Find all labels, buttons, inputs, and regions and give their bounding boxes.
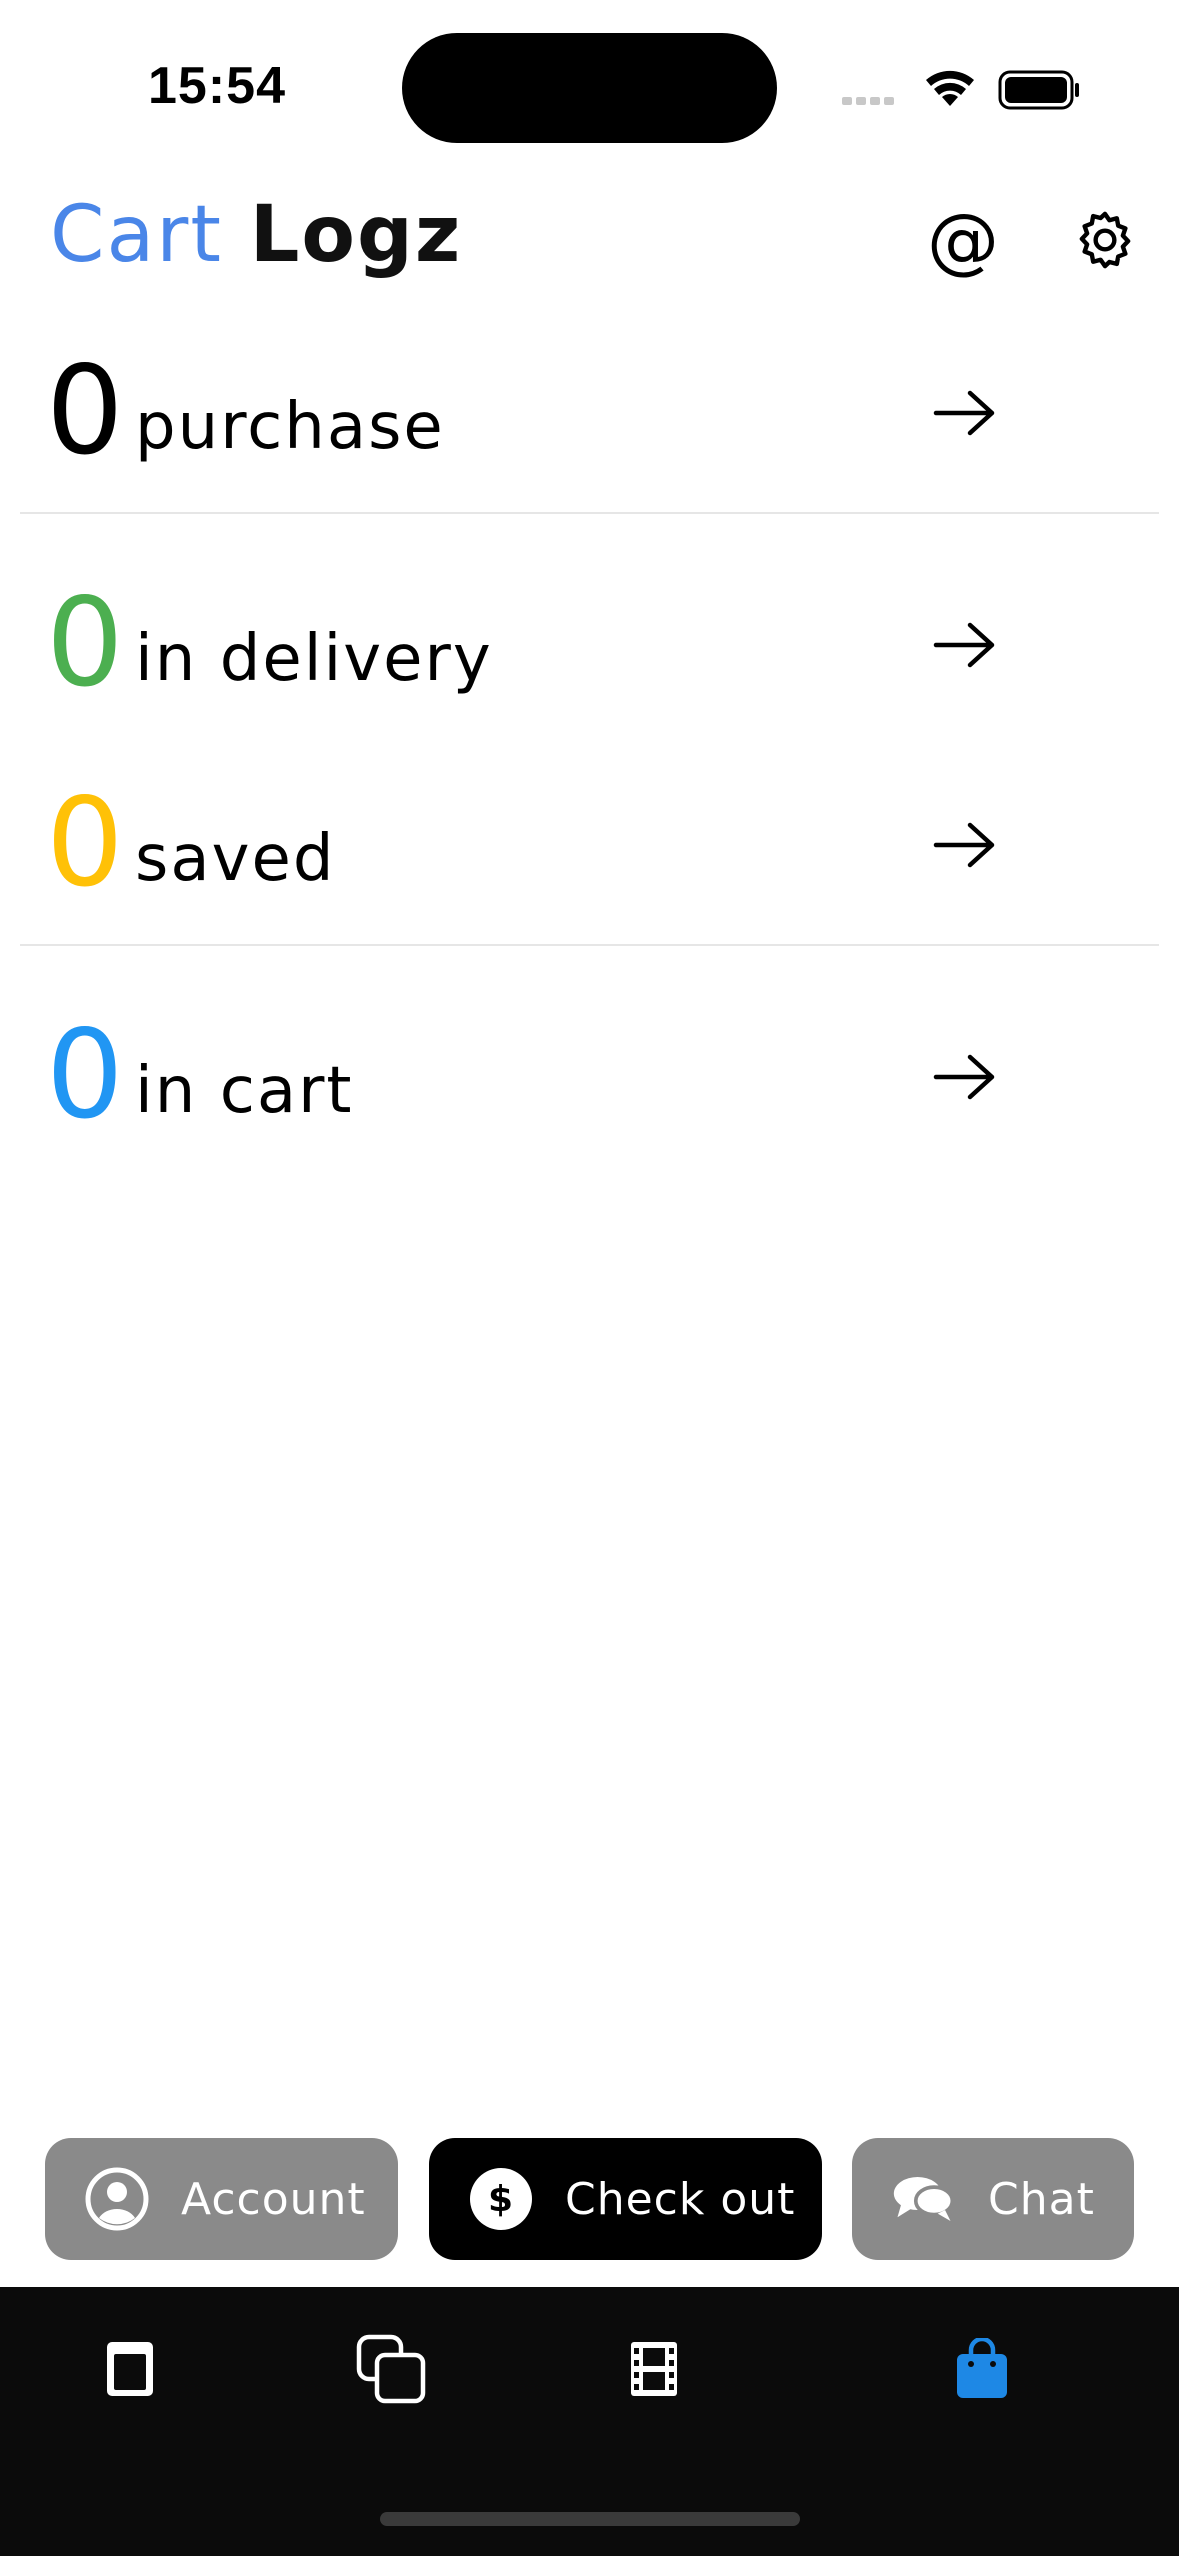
- tab-documents[interactable]: [90, 2329, 170, 2409]
- stat-row-in-cart[interactable]: 0 in cart: [0, 1004, 1179, 1154]
- battery-icon: [998, 70, 1079, 110]
- arrow-right-icon: [933, 1054, 995, 1100]
- status-icons: [842, 70, 1079, 110]
- divider: [20, 512, 1159, 514]
- home-indicator[interactable]: [380, 2512, 800, 2526]
- saved-count: 0: [46, 772, 124, 914]
- wifi-icon: [926, 70, 974, 106]
- in-cart-count: 0: [46, 1004, 124, 1146]
- app-title: Cart Logz: [50, 190, 462, 280]
- shopping-bag-icon: [957, 2338, 1007, 2398]
- in-delivery-label: in delivery: [135, 622, 493, 696]
- chat-button[interactable]: Chat: [852, 2138, 1134, 2260]
- dollar-circle-icon: $: [469, 2167, 533, 2231]
- stat-row-in-delivery[interactable]: 0 in delivery: [0, 572, 1179, 722]
- arrow-right-icon: [933, 622, 995, 668]
- gear-icon: [1079, 211, 1131, 269]
- arrow-right-icon: [933, 822, 995, 868]
- account-button-label: Account: [181, 2173, 366, 2225]
- dynamic-island: [402, 33, 777, 143]
- document-icon: [107, 2342, 153, 2396]
- stat-row-purchase[interactable]: 0 purchase: [0, 340, 1179, 490]
- in-delivery-count: 0: [46, 572, 124, 714]
- tab-videos[interactable]: [614, 2329, 694, 2409]
- film-icon: [631, 2342, 677, 2396]
- purchase-count: 0: [46, 340, 124, 482]
- at-icon: @: [927, 198, 999, 282]
- chat-button-label: Chat: [988, 2173, 1095, 2225]
- purchase-label: purchase: [135, 390, 445, 464]
- app-title-logz: Logz: [249, 190, 463, 280]
- divider: [20, 944, 1159, 946]
- checkout-button[interactable]: $ Check out: [429, 2138, 822, 2260]
- signal-icon: [842, 97, 894, 105]
- chat-bubbles-icon: [892, 2167, 956, 2231]
- in-cart-label: in cart: [135, 1054, 354, 1128]
- at-mention-button[interactable]: @: [918, 195, 1008, 285]
- dollar-glyph: $: [488, 2179, 514, 2220]
- status-time: 15:54: [148, 57, 286, 115]
- status-bar: 15:54: [0, 0, 1179, 150]
- user-circle-icon: [85, 2167, 149, 2231]
- overlapping-squares-icon: [356, 2334, 426, 2404]
- tab-cart[interactable]: [942, 2329, 1022, 2409]
- checkout-button-label: Check out: [565, 2173, 796, 2225]
- account-button[interactable]: Account: [45, 2138, 398, 2260]
- arrow-right-icon: [933, 390, 995, 436]
- app-title-cart: Cart: [50, 190, 223, 280]
- settings-button[interactable]: [1060, 195, 1150, 285]
- stat-row-saved[interactable]: 0 saved: [0, 772, 1179, 922]
- saved-label: saved: [135, 822, 336, 896]
- tab-collections[interactable]: [352, 2329, 432, 2409]
